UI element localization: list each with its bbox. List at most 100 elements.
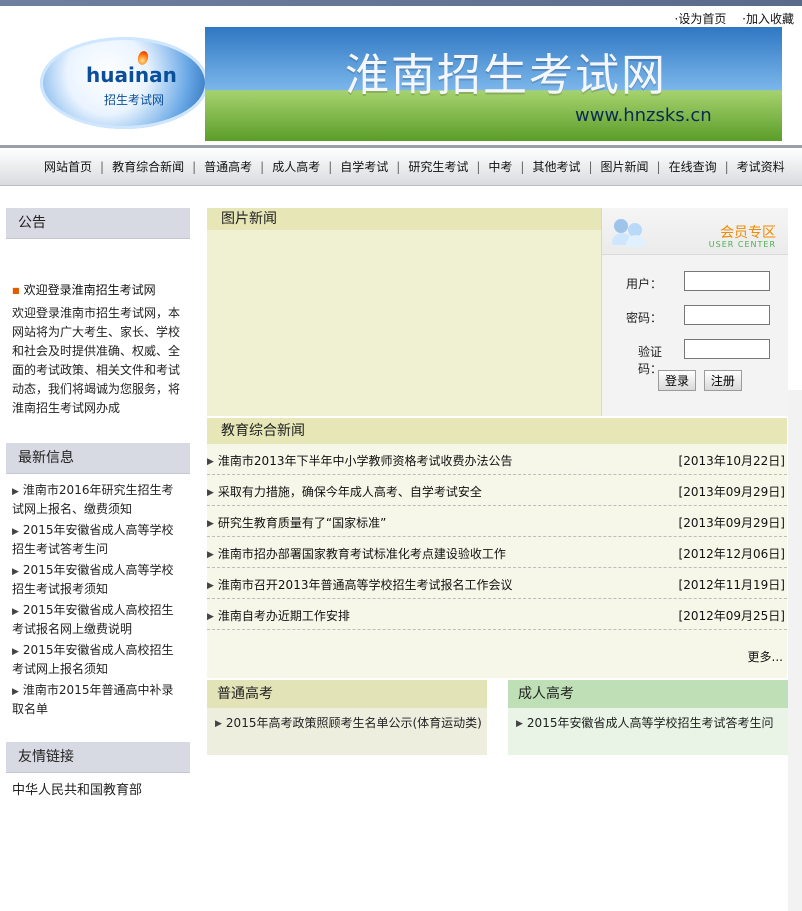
news-row: 采取有力措施，确保今年成人高考、自学考试安全 [2013年09月29日] bbox=[207, 475, 787, 506]
news-link[interactable]: 淮南市召开2013年普通高等学校招生考试报名工作会议 bbox=[207, 576, 513, 593]
latest-item[interactable]: 淮南市2016年研究生招生考试网上报名、缴费须知 bbox=[12, 482, 184, 518]
nav-separator: | bbox=[520, 159, 525, 174]
left-sidebar: 公告 欢迎登录淮南招生考试网 欢迎登录淮南市招生考试网，本网站将为广大考生、家长… bbox=[6, 208, 190, 806]
more-link[interactable]: 更多... bbox=[748, 648, 783, 665]
friend-link[interactable]: 中华人民共和国教育部 bbox=[12, 779, 184, 798]
member-header: 会员专区 USER CENTER bbox=[602, 208, 788, 255]
latest-info-title: 最新信息 bbox=[6, 443, 190, 474]
nav-zhongkao[interactable]: 中考 bbox=[482, 158, 518, 175]
nav-graduate[interactable]: 研究生考试 bbox=[402, 158, 474, 175]
news-date: [2012年12月06日] bbox=[678, 547, 785, 561]
latest-item[interactable]: 2015年安徽省成人高校招生考试网上报名须知 bbox=[12, 642, 184, 678]
member-zone-subtitle: USER CENTER bbox=[708, 240, 776, 249]
nav-separator: | bbox=[656, 159, 661, 174]
nav-separator: | bbox=[328, 159, 333, 174]
nav-separator: | bbox=[100, 159, 105, 174]
member-panel: 会员专区 USER CENTER 用户： 密码： 验证码： 登录 注册 bbox=[601, 208, 788, 416]
site-url: www.hnzsks.cn bbox=[575, 105, 712, 126]
friends-body: 中华人民共和国教育部 bbox=[6, 773, 190, 806]
latest-info-panel: 最新信息 淮南市2016年研究生招生考试网上报名、缴费须知 2015年安徽省成人… bbox=[6, 443, 190, 730]
nav-exam-materials[interactable]: 考试资料 bbox=[731, 158, 791, 175]
captcha-row: 验证码： bbox=[602, 333, 788, 376]
adult-exam-item[interactable]: 2015年安徽省成人高等学校招生考试答考生问 bbox=[508, 708, 791, 731]
gaokao-item[interactable]: 2015年高考政策照顾考生名单公示(体育运动类) bbox=[207, 708, 487, 731]
news-link[interactable]: 采取有力措施，确保今年成人高考、自学考试安全 bbox=[207, 483, 482, 500]
nav-self-study[interactable]: 自学考试 bbox=[334, 158, 394, 175]
site-title: 淮南招生考试网 bbox=[345, 50, 667, 101]
username-input[interactable] bbox=[684, 271, 770, 291]
adult-exam-title: 成人高考 bbox=[508, 680, 791, 708]
education-news-title: 教育综合新闻 bbox=[207, 418, 787, 444]
nav-online-query[interactable]: 在线查询 bbox=[663, 158, 723, 175]
users-icon bbox=[612, 217, 648, 247]
username-row: 用户： bbox=[602, 265, 788, 299]
announcement-text: 欢迎登录淮南市招生考试网，本网站将为广大考生、家长、学校和社会及时提供准确、权威… bbox=[12, 306, 181, 415]
latest-item[interactable]: 2015年安徽省成人高等学校招生考试答考生问 bbox=[12, 522, 184, 558]
news-row: 淮南自考办近期工作安排 [2012年09月25日] bbox=[207, 599, 787, 630]
education-news-panel: 教育综合新闻 淮南市2013年下半年中小学教师资格考试收费办法公告 [2013年… bbox=[207, 418, 787, 678]
nav-separator: | bbox=[588, 159, 593, 174]
announcement-body: 欢迎登录淮南招生考试网 欢迎登录淮南市招生考试网，本网站将为广大考生、家长、学校… bbox=[6, 239, 190, 433]
site-logo[interactable]: huainan 招生考试网 bbox=[40, 37, 208, 129]
set-homepage-link[interactable]: ·设为首页 bbox=[675, 12, 727, 26]
nav-other-exams[interactable]: 其他考试 bbox=[526, 158, 586, 175]
announcement-lead: 欢迎登录淮南招生考试网 bbox=[12, 281, 184, 298]
picture-news-panel: 图片新闻 bbox=[207, 208, 601, 416]
latest-info-body: 淮南市2016年研究生招生考试网上报名、缴费须知 2015年安徽省成人高等学校招… bbox=[6, 474, 190, 730]
nav-items: 网站首页 | 教育综合新闻 | 普通高考 | 成人高考 | 自学考试 | 研究生考试 | 中… bbox=[38, 158, 791, 175]
latest-item[interactable]: 2015年安徽省成人高等学校招生考试报考须知 bbox=[12, 562, 184, 598]
nav-gaokao[interactable]: 普通高考 bbox=[198, 158, 258, 175]
friends-title: 友情链接 bbox=[6, 742, 190, 773]
news-date: [2013年09月29日] bbox=[678, 485, 785, 499]
content: 公告 欢迎登录淮南招生考试网 欢迎登录淮南市招生考试网，本网站将为广大考生、家长… bbox=[0, 182, 802, 911]
register-button[interactable]: 注册 bbox=[703, 370, 742, 391]
member-zone-title: 会员专区 bbox=[720, 225, 776, 241]
header-banner: 淮南招生考试网 www.hnzsks.cn bbox=[205, 27, 782, 141]
nav-separator: | bbox=[260, 159, 265, 174]
news-date: [2012年11月19日] bbox=[678, 578, 785, 592]
captcha-input[interactable] bbox=[684, 339, 770, 359]
captcha-label: 验证码： bbox=[637, 345, 662, 376]
latest-list: 淮南市2016年研究生招生考试网上报名、缴费须知 2015年安徽省成人高等学校招… bbox=[12, 482, 184, 718]
gaokao-panel: 普通高考 2015年高考政策照顾考生名单公示(体育运动类) bbox=[207, 680, 487, 755]
nav-edu-news[interactable]: 教育综合新闻 bbox=[106, 158, 190, 175]
news-row: 研究生教育质量有了“国家标准” [2013年09月29日] bbox=[207, 506, 787, 537]
news-link[interactable]: 研究生教育质量有了“国家标准” bbox=[207, 514, 386, 531]
main-nav: 网站首页 | 教育综合新闻 | 普通高考 | 成人高考 | 自学考试 | 研究生考试 | 中… bbox=[0, 145, 802, 186]
top-strip bbox=[0, 0, 802, 6]
right-shade bbox=[788, 390, 802, 911]
nav-adult-exam[interactable]: 成人高考 bbox=[266, 158, 326, 175]
announcement-title: 公告 bbox=[6, 208, 190, 239]
top-links: ·设为首页 ·加入收藏 bbox=[663, 10, 794, 27]
nav-separator: | bbox=[724, 159, 729, 174]
password-input[interactable] bbox=[684, 305, 770, 325]
news-row: 淮南市2013年下半年中小学教师资格考试收费办法公告 [2013年10月22日] bbox=[207, 444, 787, 475]
password-row: 密码： bbox=[602, 299, 788, 333]
member-buttons: 登录 注册 bbox=[658, 370, 746, 391]
news-row: 淮南市召开2013年普通高等学校招生考试报名工作会议 [2012年11月19日] bbox=[207, 568, 787, 599]
adult-exam-panel: 成人高考 2015年安徽省成人高等学校招生考试答考生问 bbox=[508, 680, 791, 755]
latest-item[interactable]: 2015年安徽省成人高校招生考试报名网上缴费说明 bbox=[12, 602, 184, 638]
news-link[interactable]: 淮南市招办部署国家教育考试标准化考点建设验收工作 bbox=[207, 545, 506, 562]
news-date: [2012年09月25日] bbox=[678, 609, 785, 623]
add-favorite-link[interactable]: ·加入收藏 bbox=[742, 12, 794, 26]
username-label: 用户： bbox=[625, 277, 662, 291]
nav-separator: | bbox=[476, 159, 481, 174]
logo-subtitle-text: 招生考试网 bbox=[104, 93, 165, 107]
nav-picture-news[interactable]: 图片新闻 bbox=[595, 158, 655, 175]
news-row: 淮南市招办部署国家教育考试标准化考点建设验收工作 [2012年12月06日] bbox=[207, 537, 787, 568]
latest-item[interactable]: 淮南市2015年普通高中补录取名单 bbox=[12, 682, 184, 718]
nav-separator: | bbox=[192, 159, 197, 174]
password-label: 密码： bbox=[625, 311, 662, 325]
logo-brand-text: huainan bbox=[86, 63, 177, 87]
news-date: [2013年09月29日] bbox=[678, 516, 785, 530]
login-button[interactable]: 登录 bbox=[658, 370, 697, 391]
news-link[interactable]: 淮南市2013年下半年中小学教师资格考试收费办法公告 bbox=[207, 452, 513, 469]
announcement-panel: 公告 欢迎登录淮南招生考试网 欢迎登录淮南市招生考试网，本网站将为广大考生、家长… bbox=[6, 208, 190, 433]
nav-home[interactable]: 网站首页 bbox=[38, 158, 98, 175]
gaokao-title: 普通高考 bbox=[207, 680, 487, 708]
friends-panel: 友情链接 中华人民共和国教育部 bbox=[6, 742, 190, 806]
nav-separator: | bbox=[396, 159, 401, 174]
news-date: [2013年10月22日] bbox=[678, 454, 785, 468]
news-link[interactable]: 淮南自考办近期工作安排 bbox=[207, 607, 350, 624]
